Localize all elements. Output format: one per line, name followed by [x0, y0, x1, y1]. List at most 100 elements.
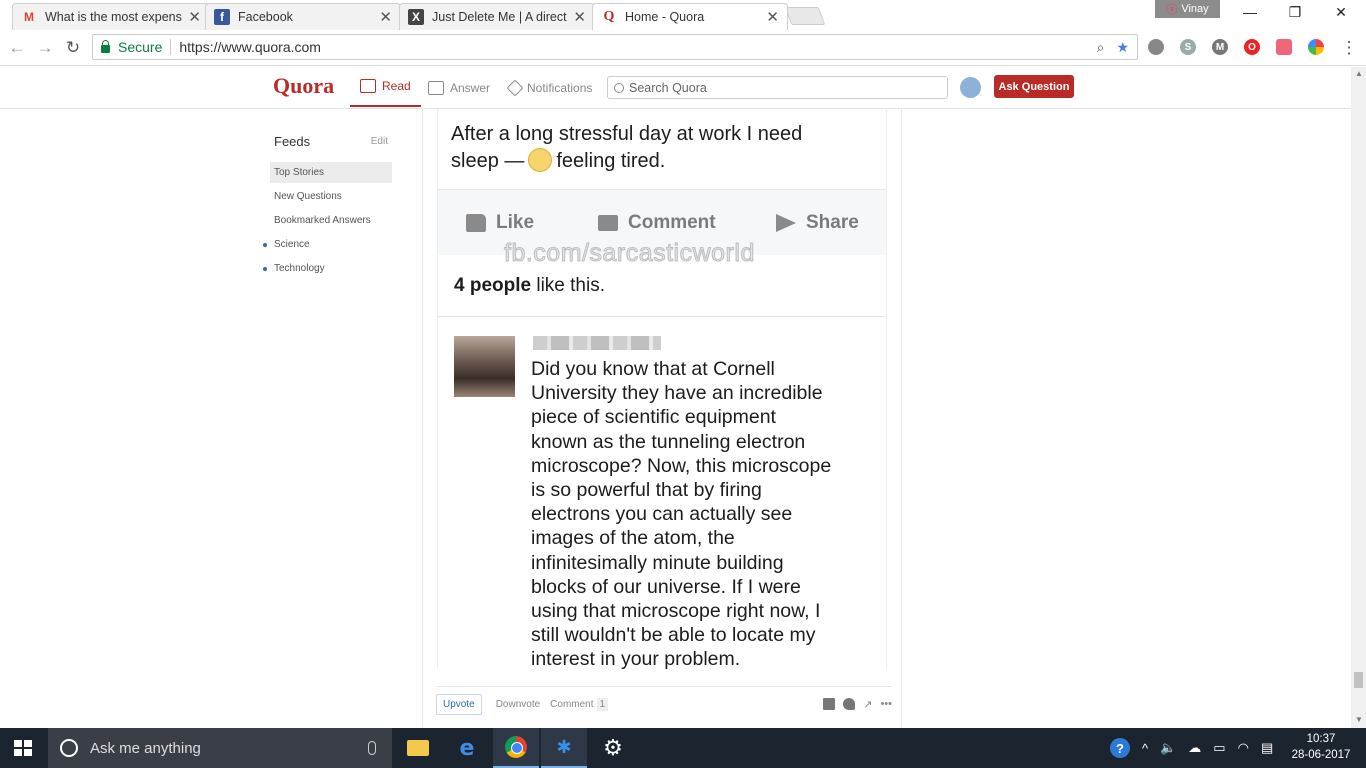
minimize-icon[interactable]: —: [1235, 4, 1265, 20]
share-icon[interactable]: ↗: [863, 698, 872, 711]
comment-text: Did you know that at Cornell University …: [531, 357, 876, 672]
quora-logo[interactable]: Quora: [273, 73, 334, 99]
clock-date: 28-06-2017: [1291, 749, 1351, 761]
mega-extension-icon[interactable]: M: [1212, 39, 1228, 55]
more-options-icon[interactable]: •••: [880, 698, 892, 711]
action-center-icon[interactable]: ▤: [1261, 740, 1273, 756]
lock-icon: [101, 40, 110, 53]
close-tab-icon[interactable]: ✕: [573, 8, 586, 26]
comment-line: blocks of our universe. If I were: [531, 575, 801, 598]
nav-notifications[interactable]: Notifications: [506, 67, 592, 108]
comment-line: interest in your problem.: [531, 648, 741, 671]
edge-icon: e: [459, 735, 475, 761]
browser-tab-strip: M What is the most expensi ✕ f Facebook …: [0, 0, 1366, 30]
downvote-button[interactable]: Downvote: [496, 699, 540, 710]
settings-taskbar-button[interactable]: ⚙: [590, 728, 636, 768]
close-window-icon[interactable]: ✕: [1326, 4, 1356, 21]
restore-icon[interactable]: ❐: [1280, 4, 1310, 21]
share-icons: ↗ •••: [823, 698, 892, 711]
bluetooth-taskbar-button[interactable]: ✱: [541, 728, 587, 768]
comment-line: using that microscope right now, I: [531, 600, 821, 623]
status-line-2-start: sleep —: [451, 150, 525, 172]
ask-question-button[interactable]: Ask Question: [994, 75, 1074, 98]
facebook-share-icon[interactable]: [823, 698, 836, 710]
close-tab-icon[interactable]: ✕: [766, 8, 779, 26]
fb-like-label: Like: [496, 212, 535, 233]
wifi-icon[interactable]: ◠: [1238, 740, 1249, 756]
avatar[interactable]: [960, 77, 981, 98]
browser-tab-justdeleteme[interactable]: X Just Delete Me | A directo ✕: [399, 3, 595, 30]
comment-line: electrons you can actually see: [531, 503, 793, 526]
secure-label: Secure: [118, 39, 163, 55]
browser-tab-quora[interactable]: Q Home - Quora ✕: [592, 3, 788, 30]
fb-comment-label: Comment: [628, 212, 716, 233]
bookmark-star-icon[interactable]: ★: [1116, 39, 1129, 56]
cortana-icon: [60, 739, 78, 757]
sidebar-item-bookmarked-answers[interactable]: Bookmarked Answers: [270, 210, 392, 231]
skype-extension-icon[interactable]: S: [1180, 39, 1196, 55]
extension-cloud-icon[interactable]: [1148, 39, 1164, 55]
tab-title: Just Delete Me | A directo: [432, 10, 568, 24]
close-tab-icon[interactable]: ✕: [379, 8, 392, 26]
nav-read[interactable]: Read: [350, 67, 421, 107]
quora-search-input[interactable]: Search Quora: [607, 76, 948, 99]
onedrive-icon[interactable]: ☁: [1188, 740, 1201, 756]
chrome-menu-icon[interactable]: ⋮: [1338, 38, 1360, 58]
read-icon: [360, 79, 376, 93]
browser-tab-gmail[interactable]: M What is the most expensi ✕: [12, 3, 210, 30]
sidebar-item-science[interactable]: Science: [263, 234, 392, 255]
feeds-header: Feeds Edit: [270, 132, 392, 150]
feeds-edit-link[interactable]: Edit: [371, 136, 388, 147]
taskbar-clock[interactable]: 10:37 28-06-2017: [1288, 731, 1354, 763]
screenshot-extension-icon[interactable]: [1276, 39, 1292, 55]
volume-icon[interactable]: 🔈: [1160, 740, 1176, 756]
sidebar-item-technology[interactable]: Technology: [263, 258, 392, 279]
file-explorer-taskbar-button[interactable]: [395, 728, 441, 768]
answer-action-bar: Upvote Downvote Comment 1 ↗ •••: [436, 693, 892, 715]
zoom-icon[interactable]: ⌕: [1097, 39, 1105, 56]
comment-count: 1: [596, 697, 609, 711]
scroll-up-arrow-icon[interactable]: ▲: [1355, 69, 1363, 78]
status-text: After a long stressful day at work I nee…: [451, 121, 871, 175]
reload-icon[interactable]: ↻: [62, 38, 84, 58]
url-text[interactable]: https://www.quora.com: [171, 39, 321, 55]
comment-line: known as the tunneling electron: [531, 430, 806, 453]
twitter-share-icon[interactable]: [843, 698, 856, 710]
cortana-search-box[interactable]: Ask me anything: [48, 728, 392, 768]
scroll-down-arrow-icon[interactable]: ▼: [1355, 715, 1363, 724]
upvote-button[interactable]: Upvote: [436, 693, 482, 715]
new-tab-button[interactable]: [784, 7, 826, 25]
windows-start-icon[interactable]: [14, 740, 32, 756]
sidebar-item-new-questions[interactable]: New Questions: [270, 186, 392, 207]
content-border-left: [422, 109, 423, 729]
sidebar-item-top-stories[interactable]: Top Stories: [270, 162, 392, 183]
edge-taskbar-button[interactable]: e: [444, 728, 490, 768]
browser-toolbar: ← → ↻ Secure https://www.quora.com ⌕ ★ S…: [0, 30, 1366, 66]
pinwheel-extension-icon[interactable]: [1308, 39, 1324, 55]
help-icon[interactable]: ?: [1110, 738, 1130, 758]
profile-button[interactable]: ⓢ Vinay: [1155, 0, 1220, 18]
cortana-placeholder: Ask me anything: [90, 739, 201, 757]
microphone-icon[interactable]: [368, 741, 376, 755]
back-icon[interactable]: ←: [6, 38, 28, 58]
comment-line: images of the atom, the: [531, 527, 735, 550]
gmail-icon: M: [24, 10, 34, 24]
battery-icon[interactable]: ▭: [1213, 740, 1225, 756]
chevron-up-icon[interactable]: ^: [1142, 741, 1148, 756]
opera-extension-icon[interactable]: O: [1244, 39, 1260, 55]
page-scrollbar[interactable]: ▲ ▼: [1351, 67, 1366, 728]
tab-title: Facebook: [238, 10, 293, 24]
address-bar[interactable]: Secure https://www.quora.com ⌕ ★: [92, 34, 1138, 60]
comment-line: infinitesimally minute building: [531, 551, 784, 574]
scrollbar-thumb[interactable]: [1354, 672, 1363, 688]
sleepy-emoji-icon: [528, 148, 553, 172]
forward-icon[interactable]: →: [34, 38, 56, 58]
chrome-taskbar-button[interactable]: [493, 728, 539, 768]
secure-indicator[interactable]: Secure: [93, 39, 172, 55]
nav-answer[interactable]: Answer: [428, 67, 490, 108]
feeds-sidebar: Feeds Edit Top Stories New Questions Boo…: [263, 132, 392, 279]
fb-share-action: Share: [776, 212, 859, 234]
browser-tab-facebook[interactable]: f Facebook ✕: [205, 3, 401, 30]
close-tab-icon[interactable]: ✕: [188, 8, 201, 26]
comment-button[interactable]: Comment 1: [550, 697, 609, 711]
